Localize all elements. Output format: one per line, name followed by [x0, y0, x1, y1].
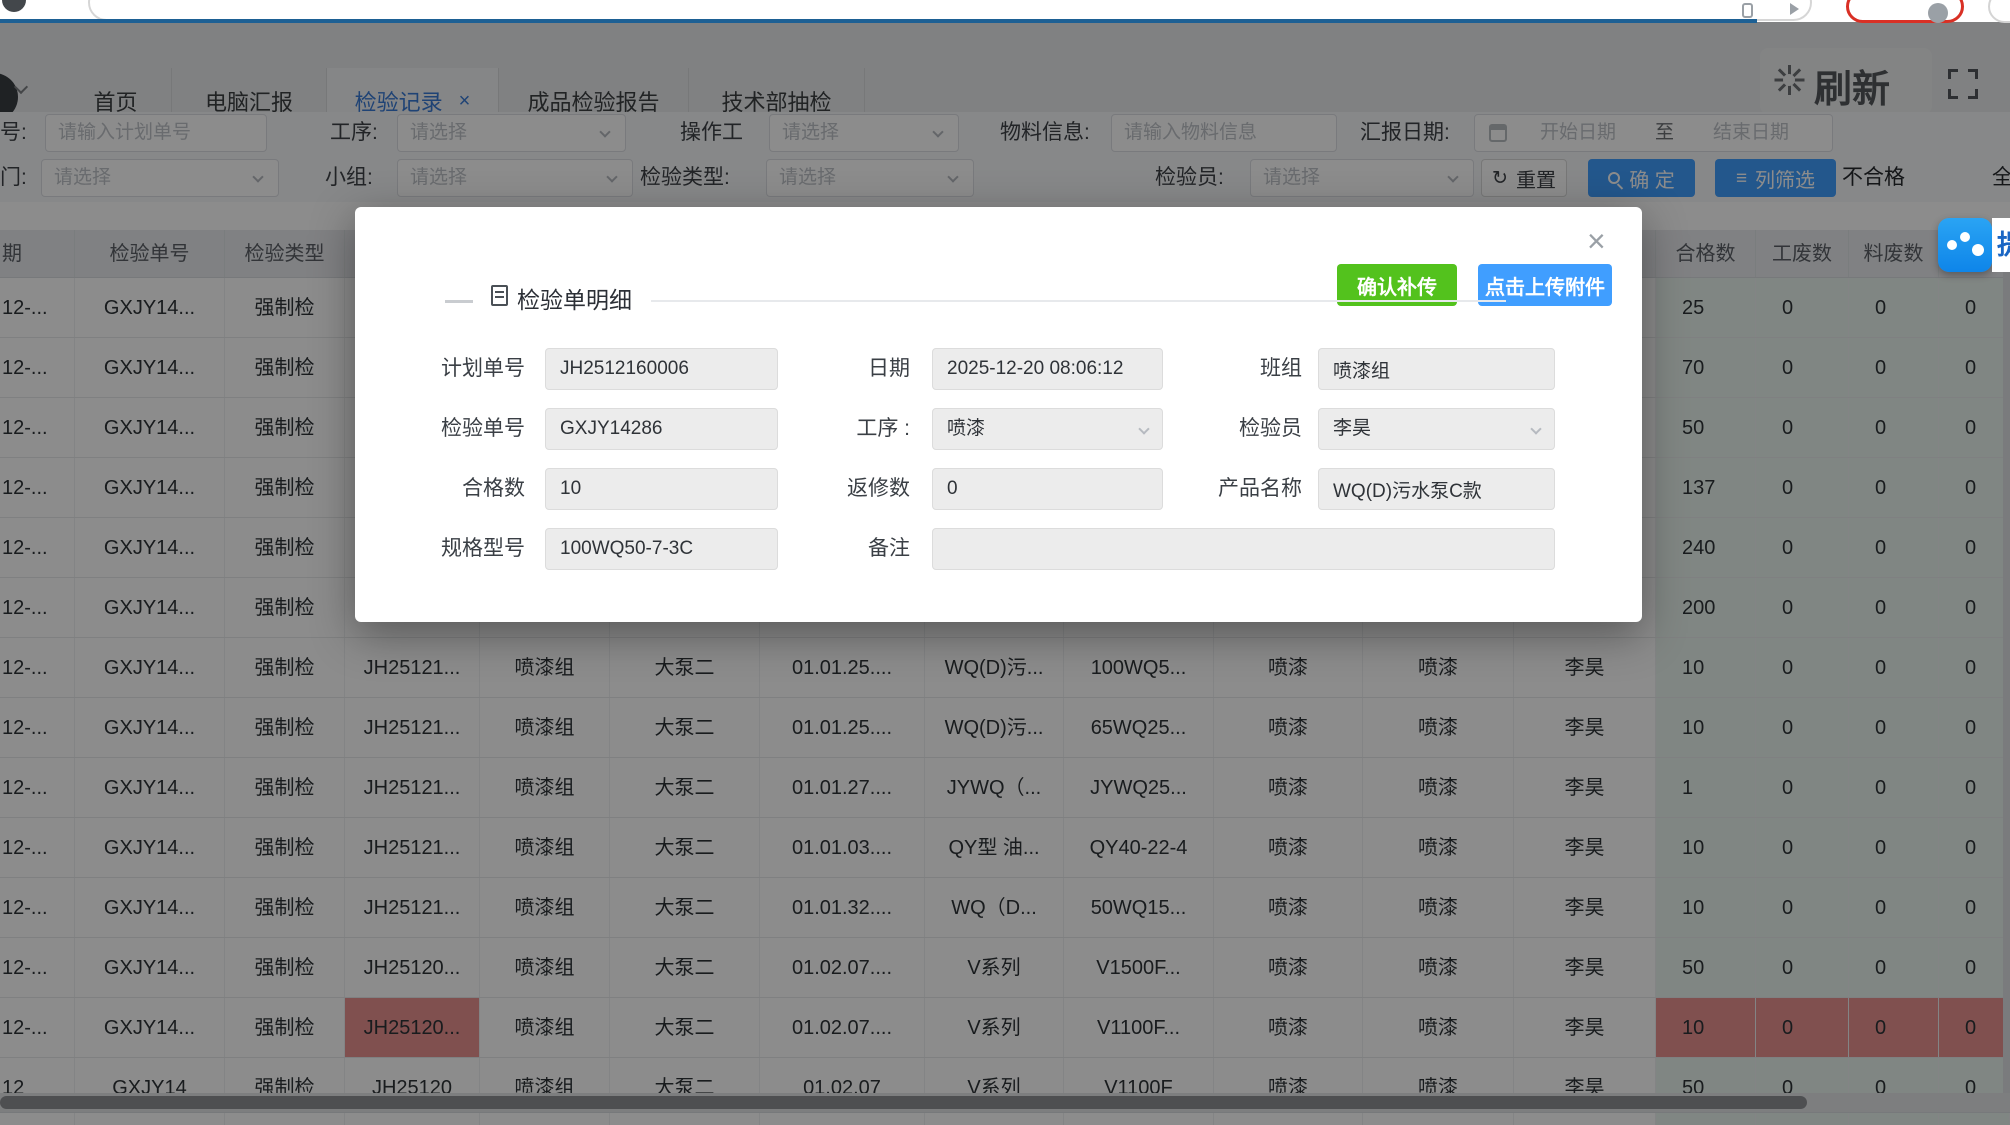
spec-field[interactable]	[545, 528, 778, 570]
remark-field-label: 备注	[790, 528, 910, 570]
browser-pill-fragment[interactable]	[1988, 0, 2010, 23]
page-load-progress-bar	[0, 19, 1757, 23]
process-field-select[interactable]: 喷漆	[932, 408, 1163, 450]
inspection-detail-modal: × 确认补传 点击上传附件 检验单明细 计划单号 日期 班组 检验单号 工序 :…	[355, 207, 1642, 622]
team-field-label: 班组	[1162, 348, 1302, 390]
order-no-field-label: 检验单号	[385, 408, 525, 450]
plan-no-field[interactable]	[545, 348, 778, 390]
screen: 首页 电脑汇报 检验记录 × 成品检验报告 技术部抽检 刷新 号: 工序: 请选…	[0, 0, 2010, 1125]
repair-field-label: 返修数	[790, 468, 910, 510]
select-value: 喷漆	[947, 418, 985, 439]
netdisk-cloud-icon[interactable]	[1938, 218, 1992, 272]
date-field-label: 日期	[790, 348, 910, 390]
modal-title: 检验单明细	[517, 281, 632, 315]
title-dash	[445, 300, 473, 303]
share-icon[interactable]	[1790, 3, 1799, 15]
browser-avatar-icon[interactable]	[2, 0, 26, 12]
remark-field[interactable]	[932, 528, 1555, 570]
product-field-label: 产品名称	[1162, 468, 1302, 510]
badge-clipped-text[interactable]: 提	[1992, 218, 2010, 272]
document-icon	[491, 285, 508, 306]
team-field[interactable]	[1318, 348, 1555, 390]
select-value: 李昊	[1333, 418, 1371, 439]
qualified-field-label: 合格数	[385, 468, 525, 510]
inspector-field-select[interactable]: 李昊	[1318, 408, 1555, 450]
plan-no-field-label: 计划单号	[385, 348, 525, 390]
qualified-field[interactable]	[545, 468, 778, 510]
chevron-down-icon	[1530, 423, 1541, 434]
close-icon[interactable]: ×	[1587, 225, 1606, 257]
repair-field[interactable]	[932, 468, 1163, 510]
device-icon[interactable]	[1742, 3, 1753, 18]
inspector-field-label: 检验员	[1162, 408, 1302, 450]
avatar	[1928, 3, 1948, 23]
title-divider	[651, 300, 1506, 302]
url-bar[interactable]	[88, 0, 1812, 21]
process-field-label: 工序 :	[790, 408, 910, 450]
order-no-field[interactable]	[545, 408, 778, 450]
date-field[interactable]	[932, 348, 1163, 390]
product-field[interactable]	[1318, 468, 1555, 510]
chevron-down-icon	[1138, 423, 1149, 434]
spec-field-label: 规格型号	[385, 528, 525, 570]
